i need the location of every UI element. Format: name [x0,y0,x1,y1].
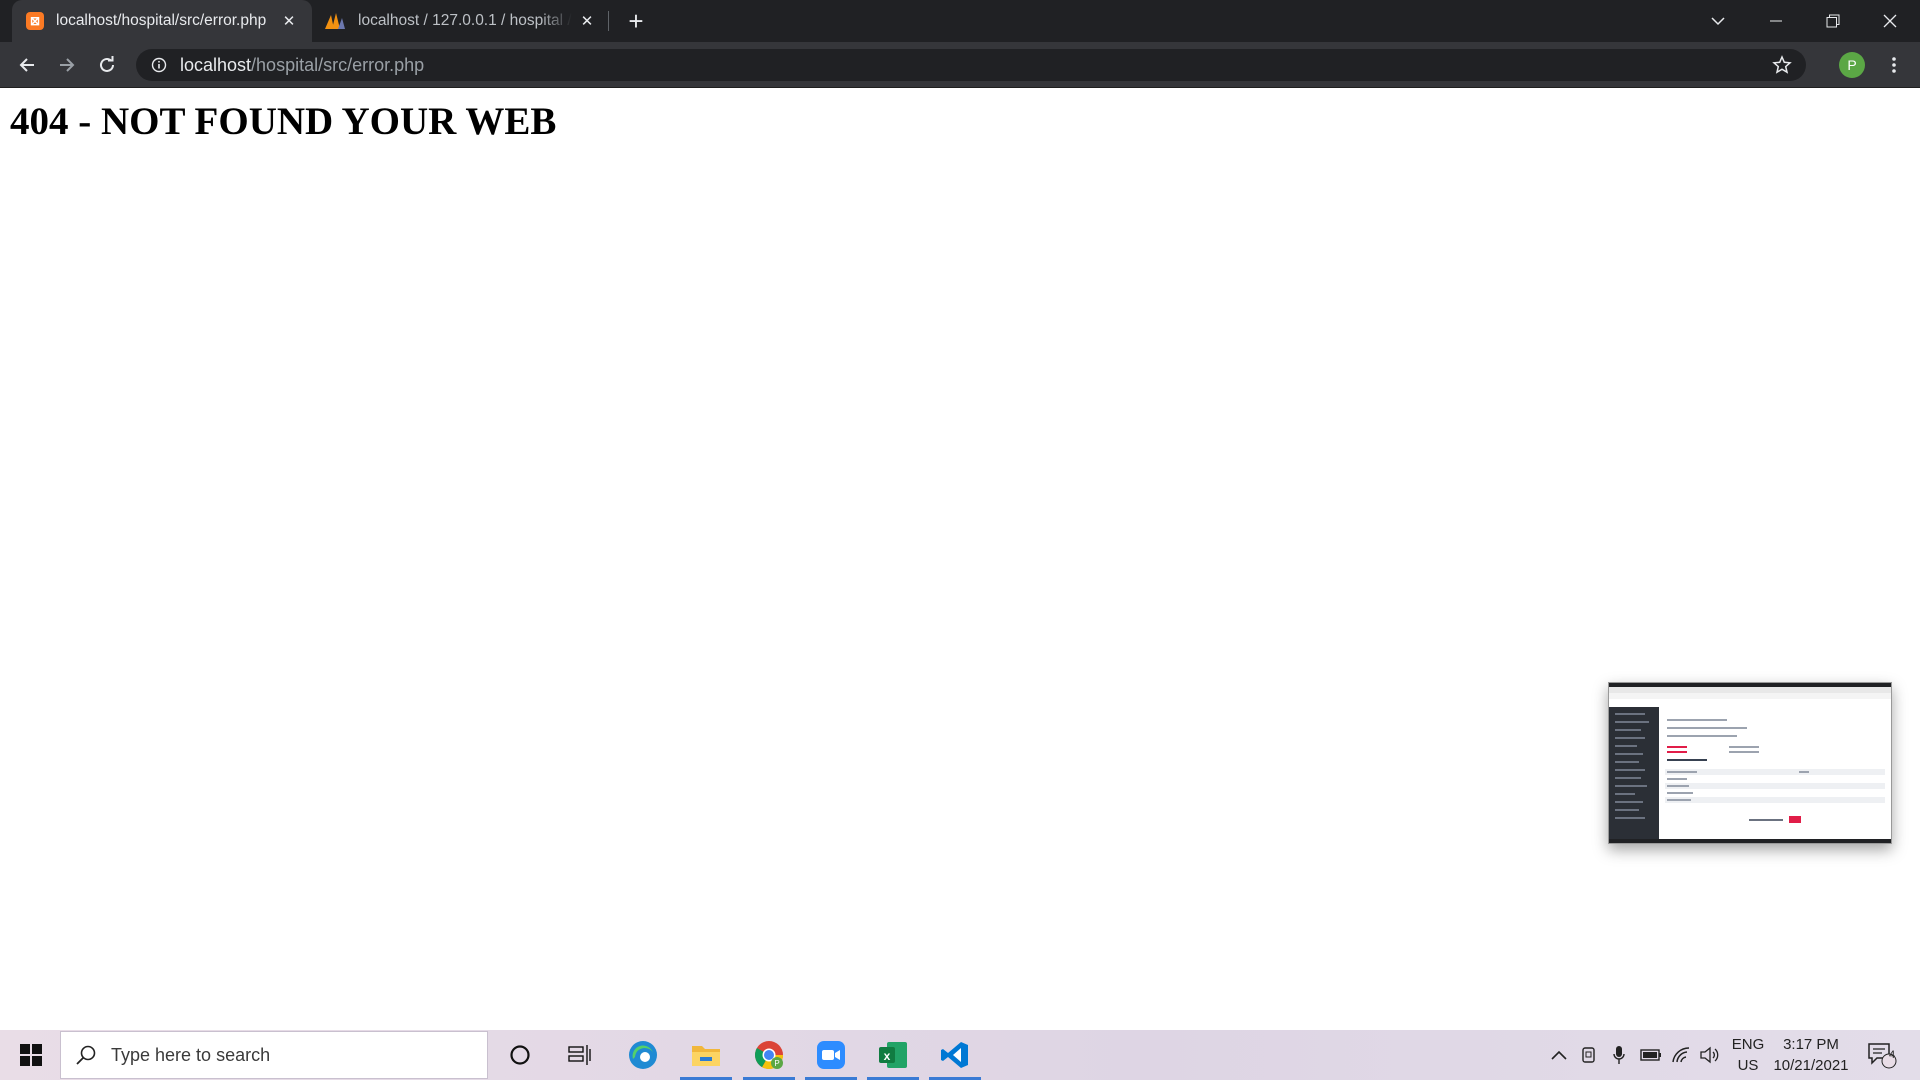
back-button[interactable] [11,49,43,81]
vscode-icon [941,1042,968,1068]
battery-tray-button[interactable] [1636,1030,1666,1080]
cortana-button[interactable] [492,1030,548,1080]
svg-text:P: P [774,1059,779,1068]
zoom-button[interactable] [803,1030,859,1080]
preview-image [1609,683,1891,843]
windows-taskbar: Type here to search P x ENG US 3:17 PM 1… [0,1030,1920,1080]
restore-icon [1826,14,1840,28]
reload-button[interactable] [91,49,123,81]
volume-tray-button[interactable] [1696,1030,1722,1080]
minimize-icon [1770,20,1782,22]
excel-button[interactable]: x [865,1030,921,1080]
search-placeholder: Type here to search [111,1044,271,1065]
meet-now-tray-button[interactable] [1576,1030,1602,1080]
notification-count: 4 [1888,1049,1896,1061]
speaker-icon [1700,1046,1719,1064]
excel-icon: x [879,1042,907,1068]
restore-button[interactable] [1805,0,1861,42]
microphone-icon [1613,1046,1625,1064]
zoom-icon [817,1041,845,1069]
edge-icon [629,1041,657,1069]
chrome-icon: P [755,1041,783,1069]
bookmark-star-icon[interactable] [1772,55,1792,80]
close-icon [1883,14,1897,28]
show-hidden-icons-button[interactable] [1546,1030,1572,1080]
window-preview-thumbnail[interactable] [1608,682,1892,844]
input-language-indicator[interactable]: ENG US [1728,1034,1768,1076]
action-center-button[interactable]: 4 [1862,1030,1902,1080]
close-tab-icon[interactable]: ✕ [274,12,304,30]
close-window-button[interactable] [1862,0,1918,42]
file-explorer-icon [692,1046,720,1066]
device-icon [1582,1047,1595,1063]
arrow-left-icon [19,58,34,72]
keyboard-layout: US [1737,1057,1759,1074]
clock-time: 3:17 PM [1783,1036,1839,1053]
url-text: localhost/hospital/src/error.php [180,55,424,76]
file-explorer-button[interactable] [678,1030,734,1080]
start-button[interactable] [10,1030,52,1080]
profile-avatar[interactable]: P [1839,52,1865,78]
browser-menu-button[interactable] [1880,50,1908,80]
reload-icon [100,56,114,72]
phpmyadmin-icon [325,13,345,29]
browser-tab-strip: ⊠ localhost/hospital/src/error.php ✕ loc… [0,0,1920,42]
windows-logo-icon [20,1044,42,1066]
clock-date: 10/21/2021 [1773,1057,1849,1074]
browser-toolbar: localhost/hospital/src/error.php [0,42,1920,88]
address-bar[interactable]: localhost/hospital/src/error.php [136,49,1806,81]
wifi-icon [1672,1047,1690,1063]
chevron-down-icon [1711,17,1725,26]
new-tab-button[interactable]: + [622,6,650,36]
task-view-icon [568,1045,591,1065]
battery-icon [1640,1049,1661,1061]
search-icon [76,1045,96,1065]
svg-text:x: x [884,1049,891,1063]
tab-title: localhost/hospital/src/error.php [56,12,267,29]
cortana-icon [510,1045,530,1065]
page-viewport: 404 - NOT FOUND YOUR WEB [0,88,1920,1030]
tab-search-button[interactable] [1690,0,1746,42]
url-host: localhost [180,54,252,75]
chevron-up-icon [1551,1050,1567,1060]
task-view-button[interactable] [552,1030,608,1080]
tab-divider [608,11,609,31]
xampp-icon: ⊠ [26,12,44,30]
vscode-button[interactable] [927,1030,983,1080]
close-tab-icon[interactable]: ✕ [572,12,602,30]
chrome-button[interactable]: P [741,1030,797,1080]
edge-button[interactable] [615,1030,671,1080]
clock[interactable]: 3:17 PM 10/21/2021 [1768,1034,1854,1076]
page-heading: 404 - NOT FOUND YOUR WEB [10,100,557,143]
microphone-tray-button[interactable] [1606,1030,1632,1080]
forward-button[interactable] [51,49,83,81]
language-code: ENG [1731,1036,1765,1053]
url-path: /hospital/src/error.php [251,54,425,75]
info-icon[interactable] [150,56,168,74]
more-vert-icon [1892,57,1896,73]
tab-error-page[interactable]: ⊠ localhost/hospital/src/error.php ✕ [12,0,312,42]
arrow-right-icon [60,58,75,72]
minimize-button[interactable] [1748,0,1804,42]
tab-phpmyadmin[interactable]: localhost / 127.0.0.1 / hospital / phpMy… [312,0,610,42]
taskbar-search-box[interactable]: Type here to search [60,1031,488,1079]
tab-title: localhost / 127.0.0.1 / hospital / phpMy… [358,12,572,29]
network-tray-button[interactable] [1668,1030,1694,1080]
